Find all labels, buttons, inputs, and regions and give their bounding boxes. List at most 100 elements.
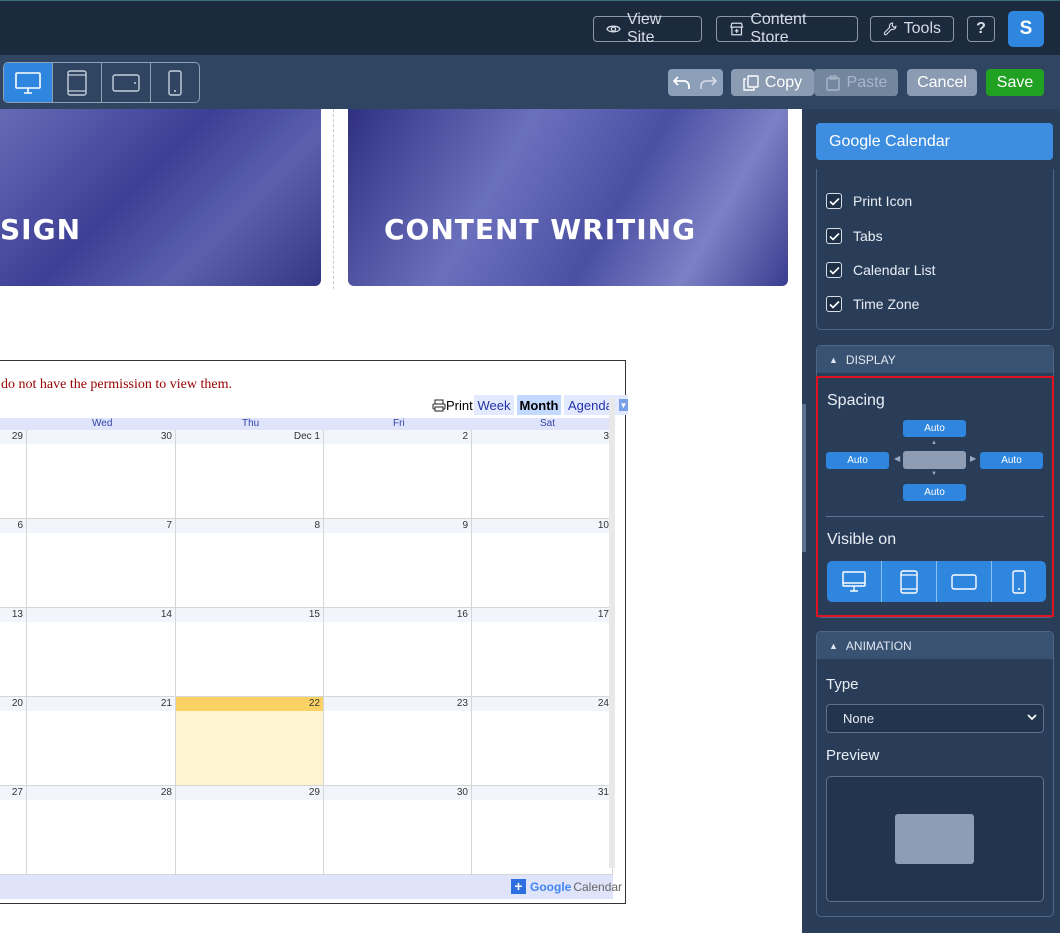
calendar-day-cell[interactable]: 27 (0, 786, 27, 875)
avatar[interactable]: S (1008, 11, 1044, 47)
calendar-day-cell[interactable]: 7 (27, 519, 176, 608)
cancel-button[interactable]: Cancel (907, 69, 977, 96)
checkmark-icon[interactable] (826, 296, 842, 312)
tools-button[interactable]: Tools (870, 16, 954, 42)
animation-panel-header[interactable]: ▲ ANIMATION (817, 632, 1053, 659)
calendar-tab-month[interactable]: Month (517, 395, 561, 415)
google-logo-text: Google (530, 879, 572, 894)
widget-title: Google Calendar (829, 132, 950, 150)
checkmark-icon[interactable] (826, 193, 842, 209)
calendar-scrollbar[interactable] (609, 398, 615, 868)
top-bar: View Site Content Store Tools ? S (0, 0, 1060, 55)
calendar-day-cell[interactable]: 13 (0, 608, 27, 697)
calendar-day-cell[interactable]: 29 (176, 786, 324, 875)
calendar-day-cell[interactable]: 2 (324, 430, 472, 519)
content-store-label: Content Store (750, 11, 807, 46)
calendar-day-number: 27 (0, 786, 26, 800)
paste-button[interactable]: Paste (814, 69, 898, 96)
content-store-button[interactable]: Content Store (716, 11, 858, 46)
calendar-day-cell[interactable]: 9 (324, 519, 472, 608)
checkbox-label: Print Icon (853, 193, 913, 209)
tools-label: Tools (903, 20, 941, 37)
calendar-day-cell[interactable]: 21 (27, 697, 176, 786)
calendar-day-cell[interactable]: Dec 1 (176, 430, 324, 519)
calendar-footer: + Google Calendar (0, 875, 622, 899)
checkbox-print-icon[interactable]: Print Icon (826, 193, 912, 209)
checkmark-icon[interactable] (826, 228, 842, 244)
arrow-right-icon: ▶ (970, 454, 977, 463)
design-card-title: SIGN (0, 213, 81, 246)
tablet-icon (67, 69, 87, 96)
calendar-day-cell[interactable]: 30 (324, 786, 472, 875)
calendar-tab-agenda[interactable]: Agenda ▼ (564, 395, 628, 415)
section-divider (826, 516, 1044, 517)
calendar-day-cell[interactable]: 30 (27, 430, 176, 519)
calendar-day-number: 2 (324, 430, 471, 444)
tablet-view-button[interactable] (53, 63, 102, 102)
calendar-day-cell[interactable]: 29 (0, 430, 27, 519)
spacing-left-input[interactable]: Auto (826, 452, 889, 469)
google-calendar-badge[interactable]: + Google Calendar (511, 879, 622, 894)
calendar-day-cell[interactable]: 28 (27, 786, 176, 875)
calendar-day-cell[interactable]: 8 (176, 519, 324, 608)
spacing-bottom-input[interactable]: Auto (903, 484, 966, 501)
checkmark-icon[interactable] (826, 262, 842, 278)
mobile-view-button[interactable] (151, 63, 199, 102)
visible-mobile-toggle[interactable] (992, 561, 1046, 602)
calendar-day-cell[interactable]: 10 (472, 519, 613, 608)
calendar-day-cell[interactable]: 24 (472, 697, 613, 786)
checkbox-calendar-list[interactable]: Calendar List (826, 262, 936, 278)
desktop-view-button[interactable] (4, 63, 53, 102)
calendar-day-cell[interactable]: 3 (472, 430, 613, 519)
tablet-landscape-view-button[interactable] (102, 63, 151, 102)
help-button[interactable]: ? (967, 16, 995, 42)
visible-tablet-toggle[interactable] (882, 561, 937, 602)
google-calendar-embed[interactable]: do not have the permission to view them.… (0, 360, 628, 904)
calendar-day-header: Wed Thu Fri Sat (0, 418, 613, 430)
calendar-day-number: 21 (27, 697, 175, 711)
visible-tablet-landscape-toggle[interactable] (937, 561, 992, 602)
calendar-day-cell[interactable]: 31 (472, 786, 613, 875)
calendar-day-cell[interactable]: 23 (324, 697, 472, 786)
calendar-day-cell[interactable]: 20 (0, 697, 27, 786)
calendar-day-cell[interactable]: 15 (176, 608, 324, 697)
animation-type-select[interactable]: None (826, 704, 1044, 733)
redo-icon[interactable] (699, 75, 717, 91)
checkbox-time-zone[interactable]: Time Zone (826, 296, 919, 312)
preview-label: Preview (826, 747, 880, 764)
calendar-day-number: 8 (176, 519, 323, 533)
visible-desktop-toggle[interactable] (827, 561, 882, 602)
view-site-button[interactable]: View Site (593, 11, 702, 46)
dropdown-arrow-icon[interactable]: ▼ (618, 399, 628, 411)
content-writing-card-title: CONTENT WRITING (384, 213, 697, 246)
spacing-left-value: Auto (847, 455, 868, 466)
checkbox-label: Calendar List (853, 262, 936, 278)
cancel-label: Cancel (917, 73, 967, 91)
checkbox-tabs[interactable]: Tabs (826, 228, 883, 244)
animation-preview-box (826, 776, 1044, 902)
design-card-image[interactable]: SIGN (0, 109, 321, 286)
spacing-right-input[interactable]: Auto (980, 452, 1043, 469)
calendar-print-link[interactable]: Print (432, 395, 473, 415)
calendar-day-number: 22 (176, 697, 323, 711)
copy-button[interactable]: Copy (731, 69, 814, 96)
spacing-top-input[interactable]: Auto (903, 420, 966, 437)
calendar-day-cell[interactable]: 17 (472, 608, 613, 697)
calendar-tab-week-label: Week (477, 397, 511, 413)
calendar-tab-week[interactable]: Week (474, 395, 514, 415)
calendar-tab-month-label: Month (519, 397, 559, 413)
calendar-logo-text: Calendar (573, 879, 623, 894)
visible-on-label: Visible on (827, 531, 897, 548)
calendar-day-cell[interactable]: 6 (0, 519, 27, 608)
day-header-thu: Thu (242, 418, 260, 429)
calendar-day-cell[interactable]: 14 (27, 608, 176, 697)
calendar-day-cell[interactable]: 16 (324, 608, 472, 697)
display-panel-header[interactable]: ▲ DISPLAY (817, 346, 1053, 373)
save-button[interactable]: Save (986, 69, 1044, 96)
day-header-sat: Sat (540, 418, 556, 429)
content-writing-card-image[interactable]: CONTENT WRITING (348, 109, 788, 286)
widget-title-button[interactable]: Google Calendar (816, 123, 1053, 160)
calendar-day-cell[interactable]: 22 (176, 697, 324, 786)
undo-icon[interactable] (673, 75, 691, 91)
calendar-day-number: 24 (472, 697, 612, 711)
